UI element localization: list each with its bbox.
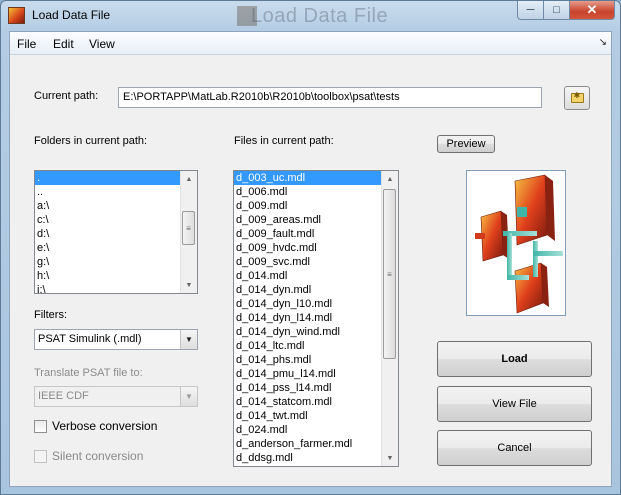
- preview-button[interactable]: Preview: [437, 135, 495, 153]
- chevron-down-icon[interactable]: ▼: [180, 330, 197, 349]
- list-item[interactable]: d_014_twt.mdl: [234, 409, 381, 423]
- list-item[interactable]: d_009_hvdc.mdl: [234, 241, 381, 255]
- folders-list: ... a:\ c:\ d:\ e:\ g:\ h:\ i:\: [35, 171, 180, 293]
- view-file-button[interactable]: View File: [437, 386, 592, 422]
- menu-view[interactable]: View: [89, 37, 115, 51]
- verbose-label: Verbose conversion: [52, 419, 158, 433]
- minimize-button[interactable]: ─: [517, 1, 544, 20]
- list-item[interactable]: d_014_pmu_l14.mdl: [234, 367, 381, 381]
- verbose-conversion-option[interactable]: Verbose conversion: [34, 419, 157, 433]
- list-item[interactable]: d_014_ltc.mdl: [234, 339, 381, 353]
- files-scrollbar[interactable]: ▲ ≡ ▼: [381, 171, 398, 466]
- scroll-down-icon[interactable]: ▼: [181, 277, 197, 293]
- close-button[interactable]: ✕: [570, 1, 615, 20]
- list-item[interactable]: d_014_pss_l14.mdl: [234, 381, 381, 395]
- silent-label: Silent conversion: [52, 449, 144, 463]
- list-item[interactable]: c:\: [35, 213, 180, 227]
- list-item[interactable]: d_014_dyn.mdl: [234, 283, 381, 297]
- filters-value: PSAT Simulink (.mdl): [38, 333, 142, 345]
- maximize-icon: □: [553, 4, 560, 16]
- chevron-down-icon[interactable]: ▼: [180, 387, 197, 406]
- current-path-label: Current path:: [34, 90, 99, 102]
- list-item[interactable]: d_024.mdl: [234, 423, 381, 437]
- list-item[interactable]: h:\: [35, 269, 180, 283]
- list-item[interactable]: g:\: [35, 255, 180, 269]
- browse-folder-button[interactable]: [564, 86, 590, 110]
- list-item[interactable]: ..: [35, 185, 180, 199]
- files-list: d_003_uc.mdl d_006.mdl d_009.mdl d_009_area…: [234, 171, 381, 465]
- files-label: Files in current path:: [234, 135, 334, 147]
- background-window-title: Load Data File: [251, 5, 389, 27]
- verbose-checkbox[interactable]: [34, 419, 47, 433]
- list-item[interactable]: d_014.mdl: [234, 269, 381, 283]
- title-bar[interactable]: Load Data File Load Data File ─ □ ✕: [1, 1, 620, 31]
- list-item[interactable]: d_014_dyn_l10.mdl: [234, 297, 381, 311]
- list-item[interactable]: d_014_dyn_wind.mdl: [234, 325, 381, 339]
- silent-checkbox[interactable]: [34, 449, 47, 463]
- list-item[interactable]: d_009.mdl: [234, 199, 381, 213]
- minimize-icon: ─: [526, 4, 535, 16]
- scroll-up-icon[interactable]: ▲: [181, 171, 197, 187]
- scroll-thumb[interactable]: ≡: [182, 211, 195, 245]
- translate-value: IEEE CDF: [38, 390, 89, 402]
- files-listbox[interactable]: d_003_uc.mdl d_006.mdl d_009.mdl d_009_area…: [233, 170, 399, 467]
- list-item[interactable]: a:\: [35, 199, 180, 213]
- list-item[interactable]: d_anderson_farmer.mdl: [234, 437, 381, 451]
- list-item[interactable]: d_009_svc.mdl: [234, 255, 381, 269]
- list-item[interactable]: d_009_areas.mdl: [234, 213, 381, 227]
- load-button[interactable]: Load: [437, 341, 592, 377]
- scroll-thumb[interactable]: ≡: [383, 189, 396, 359]
- cancel-button[interactable]: Cancel: [437, 430, 592, 466]
- list-item[interactable]: d_006.mdl: [234, 185, 381, 199]
- window-controls: ─ □ ✕: [517, 1, 615, 20]
- folders-listbox[interactable]: ... a:\ c:\ d:\ e:\ g:\ h:\ i:\ ▲ ≡ ▼: [34, 170, 198, 294]
- folders-label: Folders in current path:: [34, 135, 148, 147]
- menu-edit[interactable]: Edit: [53, 37, 74, 51]
- folders-scrollbar[interactable]: ▲ ≡ ▼: [180, 171, 197, 293]
- filters-dropdown[interactable]: PSAT Simulink (.mdl) ▼: [34, 329, 198, 350]
- translate-dropdown[interactable]: IEEE CDF ▼: [34, 386, 198, 407]
- translate-label: Translate PSAT file to:: [34, 367, 143, 379]
- menu-bar: File Edit View ↘: [10, 32, 611, 55]
- list-item[interactable]: .: [35, 171, 180, 185]
- load-data-file-window: Load Data File Load Data File ─ □ ✕ File…: [0, 0, 621, 495]
- list-item[interactable]: e:\: [35, 241, 180, 255]
- scroll-down-icon[interactable]: ▼: [382, 450, 398, 466]
- silent-conversion-option[interactable]: Silent conversion: [34, 449, 143, 463]
- list-item[interactable]: d_003_uc.mdl: [234, 171, 381, 185]
- folder-icon: [570, 91, 584, 103]
- close-icon: ✕: [586, 2, 598, 17]
- dialog-client-area: File Edit View ↘ Current path: E:\PORTAP…: [9, 31, 612, 487]
- dock-arrow-icon[interactable]: ↘: [599, 37, 607, 48]
- menu-file[interactable]: File: [17, 37, 36, 51]
- list-item[interactable]: d_ddsg.mdl: [234, 451, 381, 465]
- scroll-up-icon[interactable]: ▲: [382, 171, 398, 187]
- window-title: Load Data File: [32, 8, 111, 22]
- current-path-field[interactable]: E:\PORTAPP\MatLab.R2010b\R2010b\toolbox\…: [118, 87, 542, 108]
- list-item[interactable]: d_014_dyn_l14.mdl: [234, 311, 381, 325]
- psat-app-icon: [8, 7, 25, 24]
- list-item[interactable]: d_009_fault.mdl: [234, 227, 381, 241]
- maximize-button[interactable]: □: [544, 1, 570, 20]
- list-item[interactable]: d_014_statcom.mdl: [234, 395, 381, 409]
- list-item[interactable]: d_014_phs.mdl: [234, 353, 381, 367]
- list-item[interactable]: d:\: [35, 227, 180, 241]
- list-item[interactable]: i:\: [35, 283, 180, 293]
- model-preview-image: [466, 170, 566, 316]
- psat-logo-graphic: [475, 174, 563, 314]
- filters-label: Filters:: [34, 309, 67, 321]
